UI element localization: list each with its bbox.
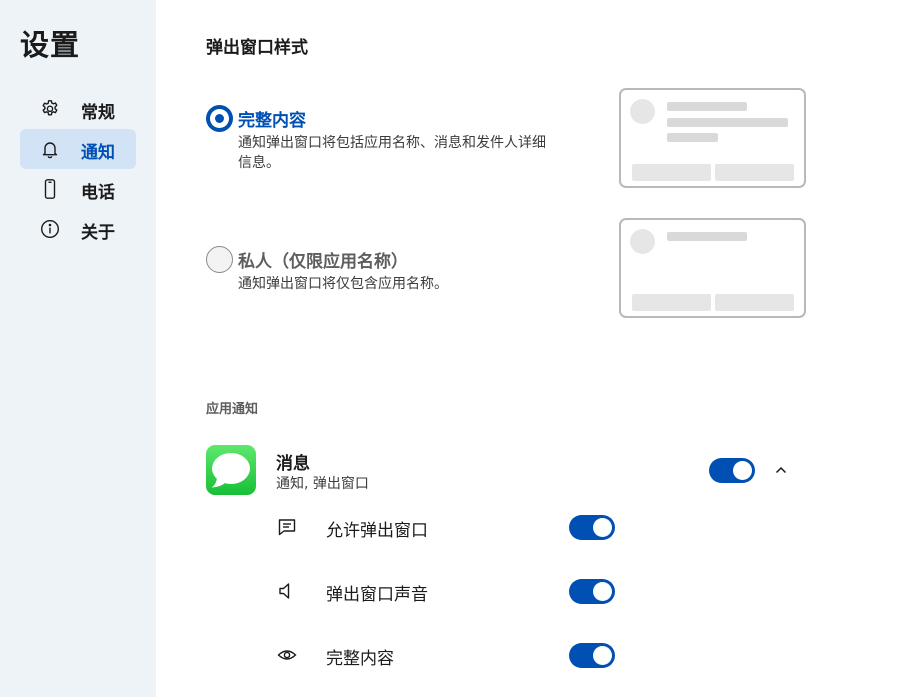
section-title-app-notifications: 应用通知 xyxy=(206,402,259,417)
sidebar-item-about[interactable]: 关于 xyxy=(20,209,136,249)
sidebar-item-notifications[interactable]: 通知 xyxy=(20,129,136,169)
phone-icon xyxy=(40,179,60,199)
preview-button xyxy=(632,164,711,181)
app-subtitle: 通知, 弹出窗口 xyxy=(276,476,369,492)
radio-option-private[interactable]: 私人（仅限应用名称） 通知弹出窗口将仅包含应用名称。 xyxy=(206,246,566,296)
preview-button xyxy=(715,294,794,311)
option-title: 完整内容 xyxy=(238,111,306,131)
setting-label: 完整内容 xyxy=(326,649,394,669)
sidebar-item-label: 关于 xyxy=(81,223,115,243)
preview-line xyxy=(667,118,788,127)
settings-window: 设置 常规 通知 电话 关于 弹出窗口样式 完整内容 通知弹出窗口将包括应用名称… xyxy=(0,0,914,697)
option-description: 通知弹出窗口将包括应用名称、消息和发件人详细信息。 xyxy=(238,135,546,171)
section-title-popup-style: 弹出窗口样式 xyxy=(206,38,308,58)
preview-avatar xyxy=(630,99,655,124)
messages-app-icon xyxy=(206,445,256,495)
option-description: 通知弹出窗口将仅包含应用名称。 xyxy=(238,276,448,292)
sidebar-item-label: 通知 xyxy=(81,143,115,163)
radio-button-selected[interactable] xyxy=(206,105,233,132)
bell-icon xyxy=(40,139,60,159)
speaker-icon xyxy=(277,581,297,601)
preview-line xyxy=(667,232,747,241)
sidebar-item-label: 常规 xyxy=(81,103,115,123)
preview-line xyxy=(667,102,747,111)
message-icon xyxy=(277,517,297,537)
setting-label: 弹出窗口声音 xyxy=(326,585,428,605)
sidebar: 设置 常规 通知 电话 关于 xyxy=(0,0,156,697)
sidebar-item-general[interactable]: 常规 xyxy=(20,89,136,129)
messages-toggle[interactable] xyxy=(709,458,755,483)
sidebar-nav: 常规 通知 电话 关于 xyxy=(20,89,136,249)
sidebar-title: 设置 xyxy=(20,28,81,62)
info-icon xyxy=(40,219,60,239)
popup-sound-toggle[interactable] xyxy=(569,579,615,604)
preview-line xyxy=(667,133,718,142)
toggle-knob xyxy=(733,461,752,480)
gear-icon xyxy=(40,99,60,119)
preview-button xyxy=(632,294,711,311)
preview-private xyxy=(619,218,806,318)
sidebar-item-phone[interactable]: 电话 xyxy=(20,169,136,209)
setting-label: 允许弹出窗口 xyxy=(326,521,428,541)
toggle-knob xyxy=(593,582,612,601)
toggle-knob xyxy=(593,646,612,665)
radio-option-full-content[interactable]: 完整内容 通知弹出窗口将包括应用名称、消息和发件人详细信息。 xyxy=(206,105,566,175)
eye-icon xyxy=(277,645,297,665)
preview-full-content xyxy=(619,88,806,188)
option-title: 私人（仅限应用名称） xyxy=(238,252,408,272)
sidebar-item-label: 电话 xyxy=(81,183,115,203)
preview-avatar xyxy=(630,229,655,254)
app-name: 消息 xyxy=(276,454,310,474)
full-content-toggle[interactable] xyxy=(569,643,615,668)
preview-button xyxy=(715,164,794,181)
radio-button-unselected[interactable] xyxy=(206,246,233,273)
toggle-knob xyxy=(593,518,612,537)
allow-popups-toggle[interactable] xyxy=(569,515,615,540)
chevron-up-icon[interactable] xyxy=(773,462,789,478)
